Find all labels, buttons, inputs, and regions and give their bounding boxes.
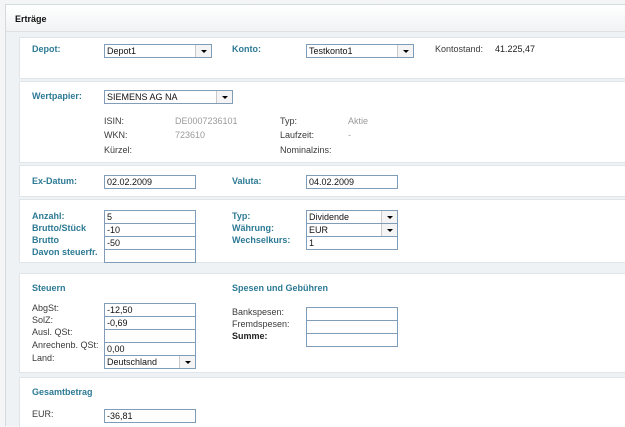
wertpapier-select-value: SIEMENS AG NA bbox=[107, 92, 178, 102]
gesamt-title: Gesamtbetrag bbox=[32, 387, 93, 397]
kontostand-label: Kontostand: bbox=[435, 44, 484, 54]
valuta-input[interactable]: 04.02.2009 bbox=[306, 175, 398, 189]
depot-select-value: Depot1 bbox=[107, 46, 137, 56]
chevron-down-icon bbox=[381, 211, 397, 223]
summe-label: Summe: bbox=[232, 331, 268, 341]
land-label: Land: bbox=[32, 353, 55, 363]
wp-typ-label: Typ: bbox=[280, 116, 298, 126]
eur-label: EUR: bbox=[32, 409, 54, 419]
exdatum-input[interactable]: 02.02.2009 bbox=[104, 175, 196, 189]
chevron-down-icon bbox=[216, 91, 232, 103]
solz-input[interactable]: -0,69 bbox=[104, 316, 196, 330]
laufzeit-label: Laufzeit: bbox=[280, 130, 315, 140]
spesen-title: Spesen und Gebühren bbox=[232, 283, 329, 293]
panel-header: Erträge bbox=[6, 5, 625, 32]
brutto-label: Brutto bbox=[32, 235, 59, 245]
ausl-qst-input[interactable] bbox=[104, 329, 196, 343]
wertpapier-section: Wertpapier: SIEMENS AG NA ISIN: DE000723… bbox=[19, 81, 625, 163]
wertpapier-label: Wertpapier: bbox=[32, 91, 82, 101]
typ-label: Typ: bbox=[232, 211, 251, 221]
isin-value: DE0007236101 bbox=[175, 116, 238, 126]
solz-label: SolZ: bbox=[32, 315, 54, 325]
chevron-down-icon bbox=[179, 356, 195, 368]
konto-select[interactable]: Testkonto1 bbox=[306, 44, 414, 58]
typ-select[interactable]: Dividende bbox=[306, 210, 398, 224]
land-select-value: Deutschland bbox=[107, 357, 158, 367]
wkn-value: 723610 bbox=[175, 130, 206, 140]
exdatum-label: Ex-Datum: bbox=[32, 176, 78, 186]
wechselkurs-label: Wechselkurs: bbox=[232, 235, 291, 245]
waehrung-label: Währung: bbox=[232, 223, 274, 233]
typ-select-value: Dividende bbox=[309, 212, 350, 222]
gesamt-section: Gesamtbetrag EUR: -36,81 bbox=[19, 377, 625, 427]
konto-select-value: Testkonto1 bbox=[309, 46, 353, 56]
chevron-down-icon bbox=[195, 45, 211, 57]
waehrung-select-value: EUR bbox=[309, 225, 329, 235]
summe-input[interactable] bbox=[306, 333, 398, 347]
laufzeit-value: - bbox=[348, 130, 351, 140]
waehrung-select[interactable]: EUR bbox=[306, 223, 398, 237]
abgst-input[interactable]: -12,50 bbox=[104, 303, 196, 317]
steuern-section: Steuern AbgSt: -12,50 SolZ: -0,69 Ausl. … bbox=[19, 273, 625, 373]
chevron-down-icon bbox=[381, 224, 397, 236]
anzahl-label: Anzahl: bbox=[32, 211, 65, 221]
nominalzins-label: Nominalzins: bbox=[280, 145, 332, 155]
fremdspesen-label: Fremdspesen: bbox=[232, 319, 290, 329]
wertpapier-select[interactable]: SIEMENS AG NA bbox=[104, 90, 233, 104]
depot-select[interactable]: Depot1 bbox=[104, 44, 212, 58]
anrechenb-qst-label: Anrechenb. QSt: bbox=[32, 340, 99, 350]
kontostand-value: 41.225,47 bbox=[495, 44, 536, 54]
abgst-label: AbgSt: bbox=[32, 303, 60, 313]
brutto-stueck-input[interactable]: -10 bbox=[104, 223, 196, 237]
page-title: Erträge bbox=[15, 14, 47, 24]
depot-label: Depot: bbox=[32, 44, 61, 54]
steuern-title: Steuern bbox=[32, 283, 66, 293]
wp-typ-value: Aktie bbox=[348, 116, 369, 126]
eur-total-input[interactable]: -36,81 bbox=[104, 409, 196, 423]
dates-section: Ex-Datum: 02.02.2009 Valuta: 04.02.2009 bbox=[19, 165, 625, 197]
brutto-input[interactable]: -50 bbox=[104, 236, 196, 250]
bankspesen-label: Bankspesen: bbox=[232, 307, 285, 317]
wechselkurs-input[interactable]: 1 bbox=[306, 236, 398, 250]
amounts-section: Anzahl: 5 Brutto/Stück -10 Brutto -50 Da… bbox=[19, 199, 625, 263]
anrechenb-qst-input[interactable]: 0,00 bbox=[104, 342, 196, 356]
fremdspesen-input[interactable] bbox=[306, 320, 398, 334]
kuerzel-label: Kürzel: bbox=[104, 145, 133, 155]
brutto-stueck-label: Brutto/Stück bbox=[32, 223, 86, 233]
wkn-label: WKN: bbox=[104, 130, 128, 140]
anzahl-input[interactable]: 5 bbox=[104, 210, 196, 224]
chevron-down-icon bbox=[397, 45, 413, 57]
depot-section: Depot: Depot1 Konto: Testkonto1 Kontosta… bbox=[19, 37, 625, 79]
konto-label: Konto: bbox=[232, 44, 261, 54]
bankspesen-input[interactable] bbox=[306, 307, 398, 321]
valuta-label: Valuta: bbox=[232, 176, 262, 186]
isin-label: ISIN: bbox=[104, 116, 125, 126]
ertraege-panel: Erträge Depot: Depot1 Konto: Testkonto1 … bbox=[5, 4, 625, 427]
land-select[interactable]: Deutschland bbox=[104, 355, 196, 369]
davon-steuerfrei-input[interactable] bbox=[104, 249, 196, 263]
ausl-qst-label: Ausl. QSt: bbox=[32, 327, 73, 337]
davon-steuerfrei-label: Davon steuerfr. bbox=[32, 247, 98, 257]
